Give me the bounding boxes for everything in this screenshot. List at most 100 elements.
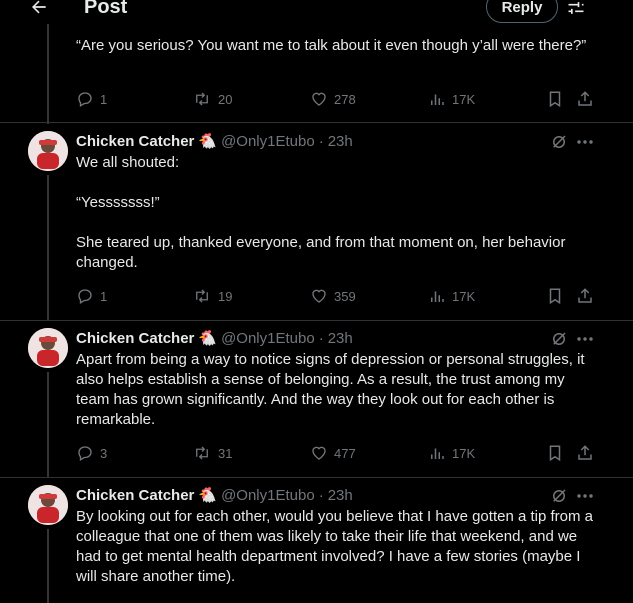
page-title: Post bbox=[84, 0, 128, 18]
post-meta: Chicken Catcher 🐔 @Only1Etubo · 23h bbox=[76, 329, 353, 348]
share-icon bbox=[578, 288, 592, 303]
like-action[interactable]: 477 bbox=[310, 443, 356, 463]
more-button[interactable] bbox=[574, 487, 596, 505]
bookmark-action[interactable] bbox=[546, 443, 564, 463]
author-handle[interactable]: @Only1Etubo bbox=[221, 330, 315, 347]
post-meta: Chicken Catcher 🐔 @Only1Etubo · 23h bbox=[76, 486, 353, 505]
avatar-image bbox=[28, 328, 68, 368]
repost-count: 19 bbox=[218, 288, 233, 304]
view-count: 17K bbox=[452, 91, 476, 107]
like-count: 477 bbox=[334, 445, 356, 461]
avatar[interactable] bbox=[28, 485, 68, 525]
grok-button[interactable] bbox=[550, 133, 568, 151]
more-icon bbox=[577, 337, 593, 341]
reply-action[interactable]: 3 bbox=[76, 443, 107, 463]
more-icon bbox=[577, 140, 593, 144]
like-action[interactable]: 278 bbox=[310, 89, 356, 109]
views-action[interactable]: 17K bbox=[428, 443, 475, 463]
repost-action[interactable]: 19 bbox=[192, 286, 232, 306]
author-handle[interactable]: @Only1Etubo bbox=[221, 487, 315, 504]
bar-chart-icon bbox=[431, 448, 444, 459]
bar-chart-icon bbox=[431, 291, 444, 302]
heart-icon bbox=[312, 92, 326, 106]
post-time[interactable]: 23h bbox=[328, 133, 353, 150]
grok-icon bbox=[553, 489, 566, 502]
repost-icon bbox=[196, 446, 208, 460]
repost-count: 31 bbox=[218, 445, 233, 461]
repost-icon bbox=[196, 92, 208, 106]
more-button[interactable] bbox=[574, 330, 596, 348]
post-time[interactable]: 23h bbox=[328, 487, 353, 504]
post-time[interactable]: 23h bbox=[328, 330, 353, 347]
divider bbox=[0, 477, 633, 478]
view-count: 17K bbox=[452, 288, 476, 304]
repost-icon bbox=[196, 289, 208, 303]
chicken-emoji: 🐔 bbox=[198, 487, 218, 504]
bar-chart-icon bbox=[431, 94, 444, 105]
author-handle[interactable]: @Only1Etubo bbox=[221, 133, 315, 150]
separator-dot: · bbox=[318, 329, 324, 347]
grok-icon bbox=[553, 135, 566, 148]
reply-action[interactable]: 1 bbox=[76, 286, 107, 306]
reply-count: 1 bbox=[100, 288, 108, 304]
divider bbox=[0, 320, 633, 321]
avatar-image bbox=[28, 485, 68, 525]
author-name[interactable]: Chicken Catcher bbox=[76, 487, 194, 504]
avatar[interactable] bbox=[28, 131, 68, 171]
share-action[interactable] bbox=[576, 443, 594, 463]
thread-line bbox=[47, 24, 49, 124]
reply-button[interactable]: Reply bbox=[486, 0, 558, 23]
top-bar: Post Reply bbox=[0, 0, 633, 24]
more-icon bbox=[577, 494, 593, 498]
post-text: “Are you serious? You want me to talk ab… bbox=[76, 37, 587, 54]
grok-icon bbox=[553, 332, 566, 345]
thread-line bbox=[47, 175, 49, 320]
repost-count: 20 bbox=[218, 91, 233, 107]
separator-dot: · bbox=[318, 486, 324, 504]
chicken-emoji: 🐔 bbox=[198, 133, 218, 150]
heart-icon bbox=[312, 446, 326, 460]
post-text: By looking out for each other, would you… bbox=[76, 508, 598, 585]
post-actions: 3 31 477 17K bbox=[76, 443, 596, 463]
grok-button[interactable] bbox=[550, 487, 568, 505]
bookmark-action[interactable] bbox=[546, 89, 564, 109]
post-text: Apart from being a way to notice signs o… bbox=[76, 351, 589, 428]
chicken-emoji: 🐔 bbox=[198, 330, 218, 347]
share-action[interactable] bbox=[576, 286, 594, 306]
like-count: 278 bbox=[334, 91, 356, 107]
bookmark-action[interactable] bbox=[546, 286, 564, 306]
separator-dot: · bbox=[318, 132, 324, 150]
more-button[interactable] bbox=[574, 133, 596, 151]
post-actions: 1 19 359 17K bbox=[76, 286, 596, 306]
comment-icon bbox=[78, 289, 92, 304]
thread-line bbox=[47, 372, 49, 477]
repost-action[interactable]: 31 bbox=[192, 443, 232, 463]
sliders-icon bbox=[568, 2, 584, 14]
share-action[interactable] bbox=[576, 89, 594, 109]
avatar-image bbox=[28, 131, 68, 171]
bookmark-icon bbox=[549, 445, 561, 462]
grok-button[interactable] bbox=[550, 330, 568, 348]
comment-icon bbox=[78, 446, 92, 461]
share-icon bbox=[578, 445, 592, 460]
author-name[interactable]: Chicken Catcher bbox=[76, 330, 194, 347]
bookmark-icon bbox=[549, 288, 561, 305]
reply-count: 1 bbox=[100, 91, 108, 107]
post-actions: 1 20 278 17K bbox=[76, 89, 596, 109]
views-action[interactable]: 17K bbox=[428, 89, 475, 109]
author-name[interactable]: Chicken Catcher bbox=[76, 133, 194, 150]
back-button[interactable] bbox=[26, 0, 52, 20]
heart-icon bbox=[312, 289, 326, 303]
reply-action[interactable]: 1 bbox=[76, 89, 107, 109]
divider bbox=[0, 122, 633, 123]
views-action[interactable]: 17K bbox=[428, 286, 475, 306]
avatar[interactable] bbox=[28, 328, 68, 368]
like-action[interactable]: 359 bbox=[310, 286, 356, 306]
post-text: We all shouted: “Yesssssss!” She teared … bbox=[76, 154, 566, 271]
share-icon bbox=[578, 91, 592, 106]
post-meta: Chicken Catcher 🐔 @Only1Etubo · 23h bbox=[76, 132, 353, 151]
settings-button[interactable] bbox=[564, 0, 588, 20]
view-count: 17K bbox=[452, 445, 476, 461]
comment-icon bbox=[78, 92, 92, 107]
repost-action[interactable]: 20 bbox=[192, 89, 232, 109]
